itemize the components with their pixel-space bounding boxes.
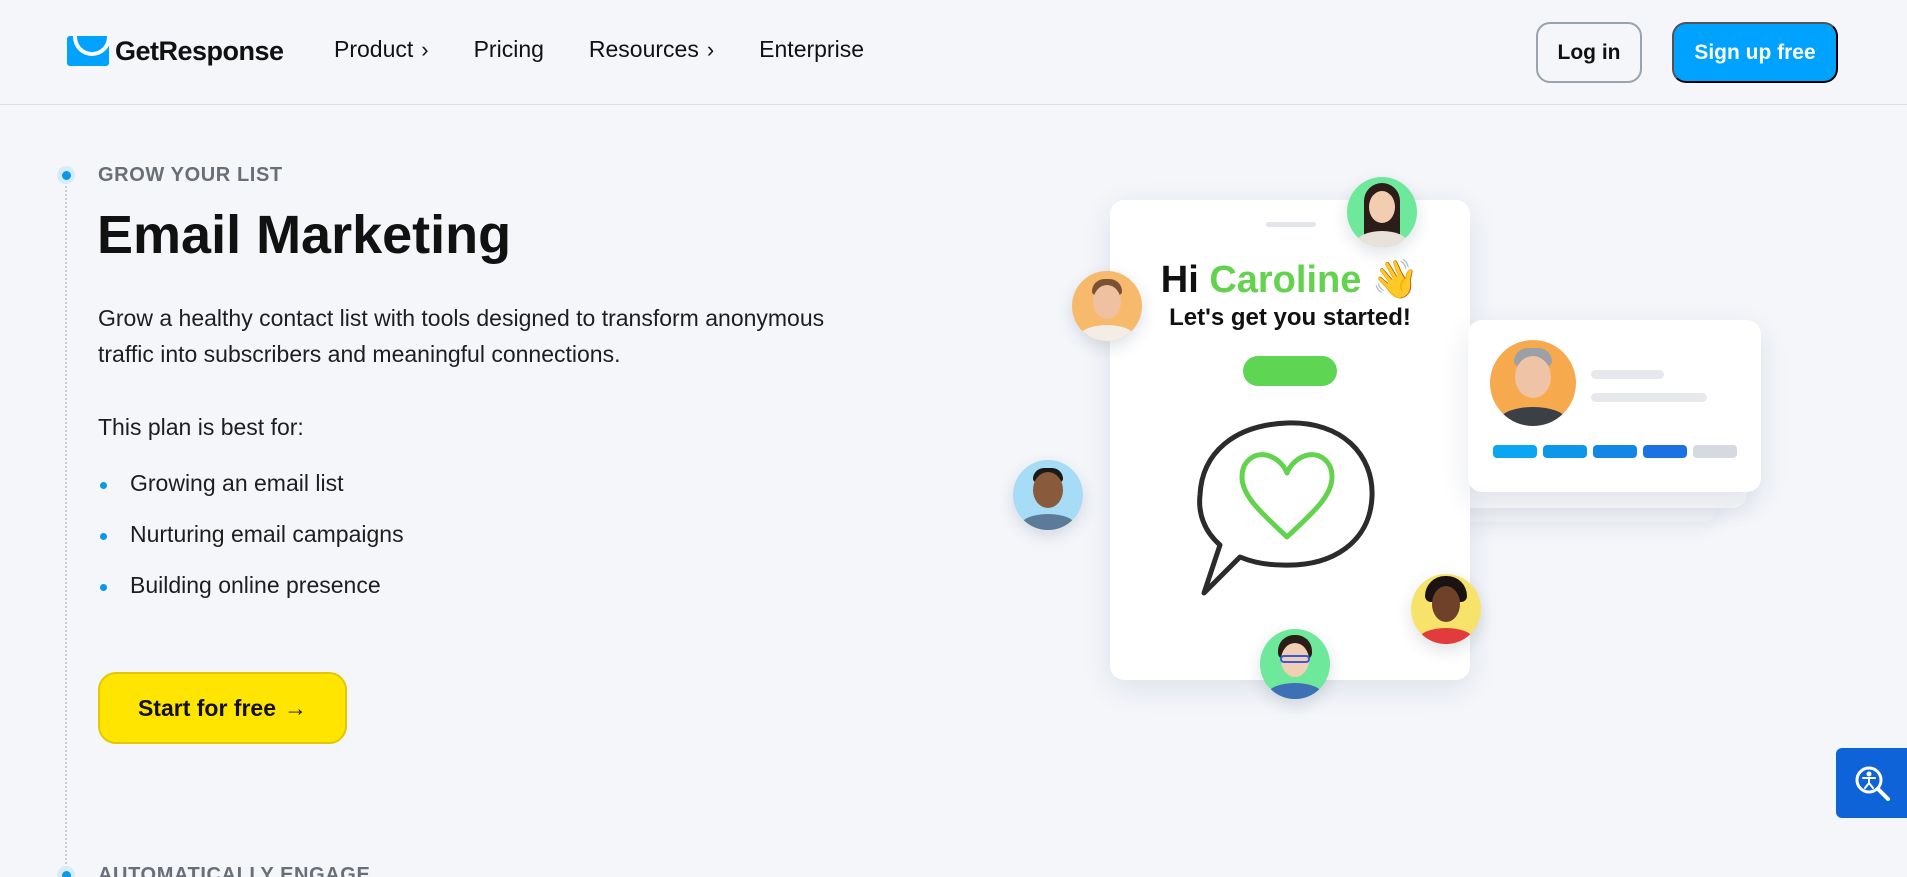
list-item: Growing an email list xyxy=(98,470,404,521)
progress-segment xyxy=(1493,445,1537,458)
nav-item-enterprise[interactable]: Enterprise xyxy=(759,36,864,63)
progress-segment xyxy=(1693,445,1737,458)
greeting-subtitle: Let's get you started! xyxy=(1169,304,1411,331)
greeting-heading: Hi Caroline 👋 xyxy=(1110,258,1470,302)
next-section-eyebrow: AUTOMATICALLY ENGAGE xyxy=(98,864,371,877)
avatar xyxy=(1347,177,1417,247)
accessibility-button[interactable] xyxy=(1836,748,1907,818)
page-title: Email Marketing xyxy=(97,205,512,265)
nav-item-label: Enterprise xyxy=(759,36,864,62)
placeholder-line xyxy=(1591,370,1664,379)
list-item-text: Nurturing email campaigns xyxy=(130,521,404,547)
progress-segment xyxy=(1593,445,1637,458)
card-notch xyxy=(1266,222,1316,227)
nav-item-product[interactable]: Product › xyxy=(334,36,429,63)
section-description: Grow a healthy contact list with tools d… xyxy=(98,305,825,367)
plan-label: This plan is best for: xyxy=(98,414,304,440)
nav-item-pricing[interactable]: Pricing xyxy=(474,36,544,63)
login-button[interactable]: Log in xyxy=(1536,22,1642,83)
timeline-dot-active xyxy=(57,166,75,184)
list-item: Nurturing email campaigns xyxy=(98,521,404,572)
envelope-icon xyxy=(67,36,109,66)
bullet-icon xyxy=(100,533,107,540)
nav-item-label: Product xyxy=(334,36,414,62)
progress-segment xyxy=(1543,445,1587,458)
start-button-label: Start for free xyxy=(137,694,277,721)
speech-bubble-heart-icon xyxy=(1197,420,1375,596)
chevron-right-icon: › xyxy=(706,36,715,62)
section-eyebrow: GROW YOUR LIST xyxy=(98,164,283,186)
greeting-name: Caroline xyxy=(1209,259,1362,301)
list-item-text: Building online presence xyxy=(130,572,381,598)
progress-segments xyxy=(1493,445,1737,458)
avatar xyxy=(1013,460,1083,530)
nav-item-label: Resources xyxy=(588,36,699,62)
waving-hand-icon: 👋 xyxy=(1371,259,1420,301)
greeting-word: Hi xyxy=(1160,259,1199,301)
avatar xyxy=(1260,629,1330,699)
progress-segment xyxy=(1643,445,1687,458)
bullet-icon xyxy=(100,584,107,591)
green-button-illustration xyxy=(1243,356,1337,386)
list-item-text: Growing an email list xyxy=(130,470,344,496)
site-header: GetResponse Product › Pricing Resources … xyxy=(0,0,1907,105)
logo-text: GetResponse xyxy=(115,35,284,66)
arrow-right-icon: → xyxy=(284,694,308,721)
benefit-list: Growing an email list Nurturing email ca… xyxy=(98,470,404,623)
signup-button[interactable]: Sign up free xyxy=(1672,22,1838,83)
getresponse-logo[interactable]: GetResponse xyxy=(67,35,284,67)
start-for-free-button[interactable]: Start for free → xyxy=(98,672,347,744)
nav-item-label: Pricing xyxy=(473,36,544,62)
nav-item-resources[interactable]: Resources › xyxy=(589,36,714,63)
section-timeline xyxy=(65,175,67,875)
list-item: Building online presence xyxy=(98,572,404,623)
chevron-right-icon: › xyxy=(421,36,429,62)
placeholder-line xyxy=(1591,393,1707,402)
avatar xyxy=(1072,271,1142,341)
avatar xyxy=(1490,340,1576,426)
main-nav: Product › Pricing Resources › Enterprise xyxy=(334,36,909,63)
avatar xyxy=(1411,574,1481,644)
accessibility-search-icon xyxy=(1855,766,1890,801)
timeline-dot xyxy=(57,866,75,877)
bullet-icon xyxy=(100,482,107,489)
